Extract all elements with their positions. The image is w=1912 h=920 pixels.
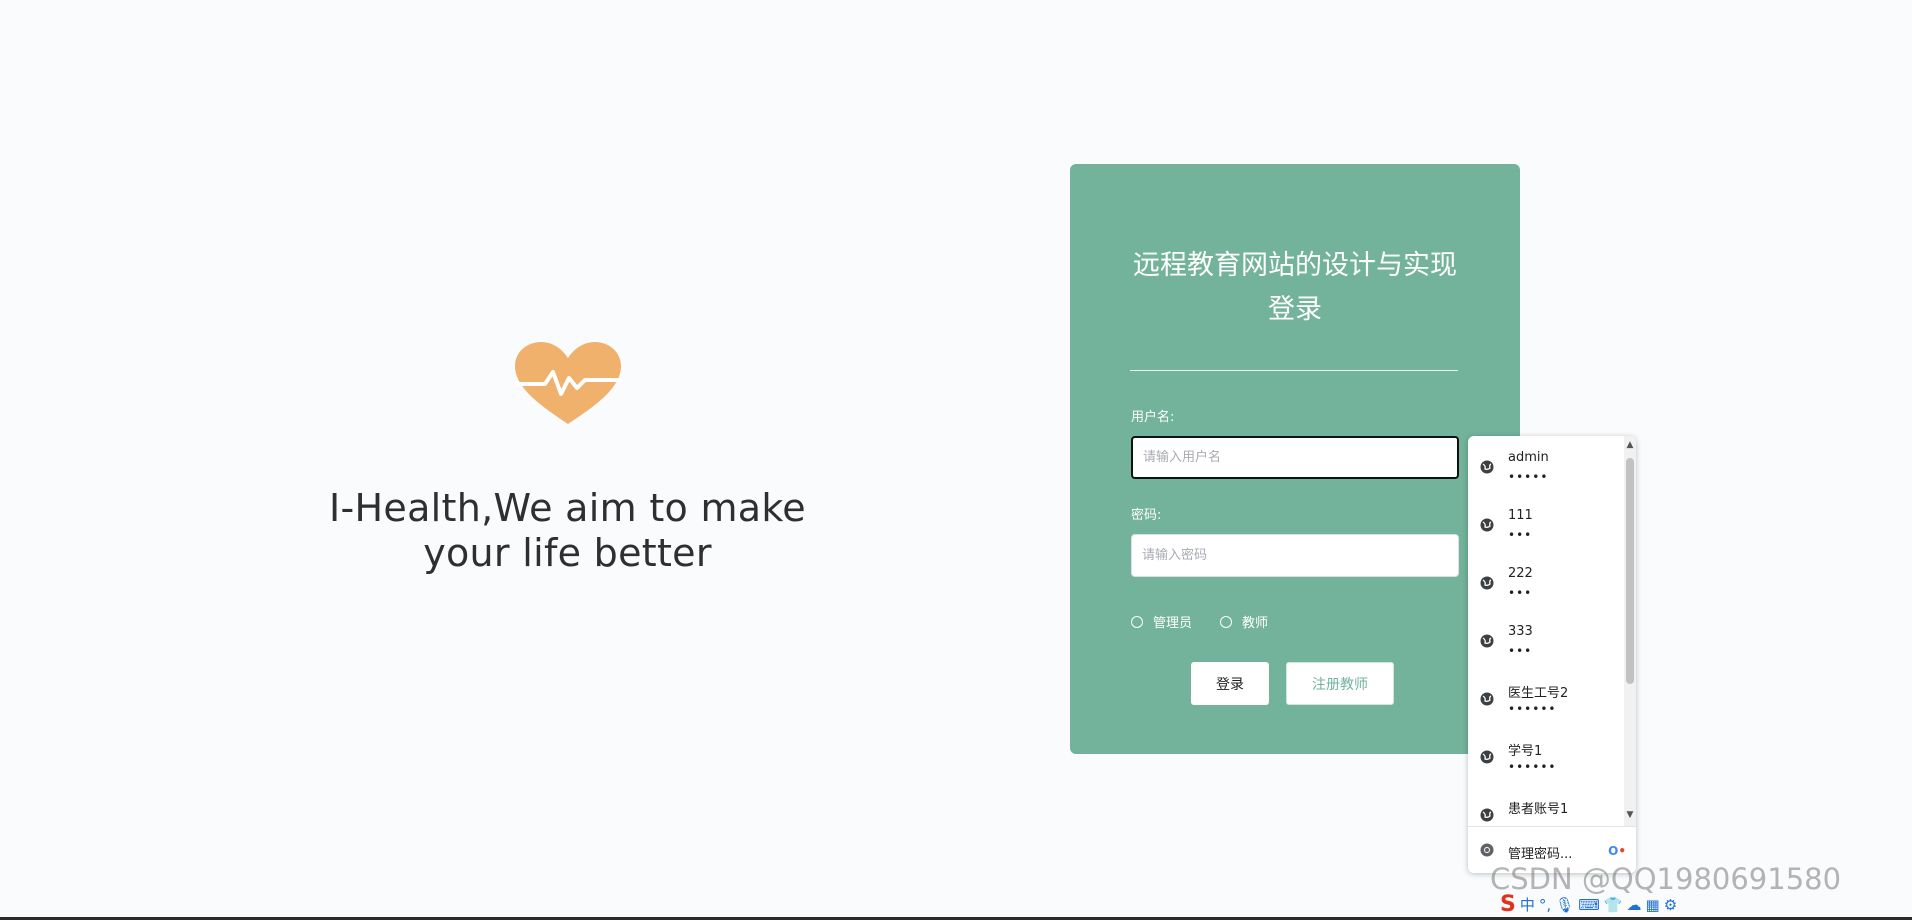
globe-icon <box>1480 460 1494 474</box>
role-radio-teacher[interactable]: 教师 <box>1220 612 1268 631</box>
autofill-item[interactable]: 111 ••• <box>1468 494 1624 552</box>
cloud-icon[interactable]: ☁ <box>1627 895 1642 915</box>
autofill-item[interactable]: 学号1 •••••• <box>1468 726 1624 784</box>
autofill-password-mask: ••• <box>1508 586 1533 600</box>
ime-mode-icon[interactable]: 中 <box>1520 895 1535 915</box>
slogan-line-2: your life better <box>423 531 712 575</box>
slogan: I-Health,We aim to make your life better <box>290 486 845 576</box>
watermark: CSDN @QQ1980691580 <box>1490 862 1842 896</box>
chrome-icon <box>1480 843 1494 857</box>
autofill-password-mask: •••••• <box>1508 760 1557 774</box>
username-label: 用户名: <box>1131 410 1175 425</box>
autofill-username: 222 <box>1508 566 1533 581</box>
globe-icon <box>1480 518 1494 532</box>
password-input[interactable] <box>1131 534 1459 577</box>
autofill-username: 患者账号1 <box>1508 802 1569 817</box>
register-teacher-button[interactable]: 注册教师 <box>1286 662 1394 705</box>
autofill-item[interactable]: 333 ••• <box>1468 610 1624 668</box>
autofill-username: 医生工号2 <box>1508 686 1569 701</box>
password-label: 密码: <box>1131 508 1162 523</box>
manage-passwords-label: 管理密码... <box>1508 847 1573 862</box>
scroll-up-arrow-icon[interactable]: ▲ <box>1626 440 1634 450</box>
globe-icon <box>1480 750 1494 764</box>
grid-icon[interactable]: ▦ <box>1646 895 1660 915</box>
autofill-username: 111 <box>1508 508 1533 523</box>
autofill-username: admin <box>1508 450 1549 465</box>
role-radio-admin[interactable]: 管理员 <box>1131 612 1192 631</box>
heart-pulse-logo-icon <box>514 342 621 424</box>
system-tray: S 中 °, 🎙 ⌨ 👕 ☁ ▦ ⚙ <box>1500 893 1730 917</box>
username-input[interactable] <box>1131 436 1459 479</box>
skin-icon[interactable]: 👕 <box>1604 895 1623 915</box>
autofill-password-mask: ••••• <box>1508 470 1549 484</box>
scrollbar-thumb[interactable] <box>1626 458 1634 684</box>
keyboard-icon[interactable]: ⌨ <box>1578 895 1600 915</box>
role-label-teacher: 教师 <box>1242 616 1269 631</box>
autofill-password-mask: ••• <box>1508 644 1533 658</box>
radio-circle-icon[interactable] <box>1220 615 1233 628</box>
autofill-item[interactable]: 患者账号1 <box>1468 784 1624 826</box>
globe-icon <box>1480 808 1494 822</box>
sogou-ime-icon[interactable]: S <box>1500 894 1516 916</box>
punctuation-icon[interactable]: °, <box>1539 895 1551 915</box>
autofill-username: 333 <box>1508 624 1533 639</box>
autofill-username: 学号1 <box>1508 744 1543 759</box>
scroll-down-arrow-icon[interactable]: ▼ <box>1626 810 1634 820</box>
autofill-item[interactable]: 医生工号2 •••••• <box>1468 668 1624 726</box>
login-title: 远程教育网站的设计与实现登录 <box>1133 250 1457 325</box>
autofill-password-mask: •••••• <box>1508 702 1557 716</box>
autofill-item[interactable]: 222 ••• <box>1468 552 1624 610</box>
globe-icon <box>1480 692 1494 706</box>
autofill-item[interactable]: admin ••••• <box>1468 436 1624 494</box>
password-autofill-popup: admin ••••• 111 ••• 222 ••• 333 ••• 医生工号… <box>1468 436 1636 873</box>
role-label-admin: 管理员 <box>1153 616 1193 631</box>
autofill-list: admin ••••• 111 ••• 222 ••• 333 ••• 医生工号… <box>1468 436 1624 826</box>
autofill-scrollbar[interactable]: ▲ ▼ <box>1624 436 1636 826</box>
radio-circle-icon[interactable] <box>1131 615 1143 628</box>
hero-section: I-Health,We aim to make your life better <box>290 340 845 576</box>
microphone-icon[interactable]: 🎙 <box>1555 895 1574 915</box>
role-radio-group: 管理员 教师 <box>1131 612 1296 631</box>
login-card: 远程教育网站的设计与实现登录 用户名: 密码: 管理员 教师 登录 注册教师 <box>1070 164 1520 754</box>
settings-icon[interactable]: ⚙ <box>1664 895 1677 915</box>
title-divider <box>1130 370 1458 371</box>
key-icon: O• <box>1608 844 1626 858</box>
login-button[interactable]: 登录 <box>1191 662 1269 705</box>
globe-icon <box>1480 634 1494 648</box>
autofill-password-mask: ••• <box>1508 528 1533 542</box>
slogan-line-1: I-Health,We aim to make <box>329 486 806 530</box>
globe-icon <box>1480 576 1494 590</box>
